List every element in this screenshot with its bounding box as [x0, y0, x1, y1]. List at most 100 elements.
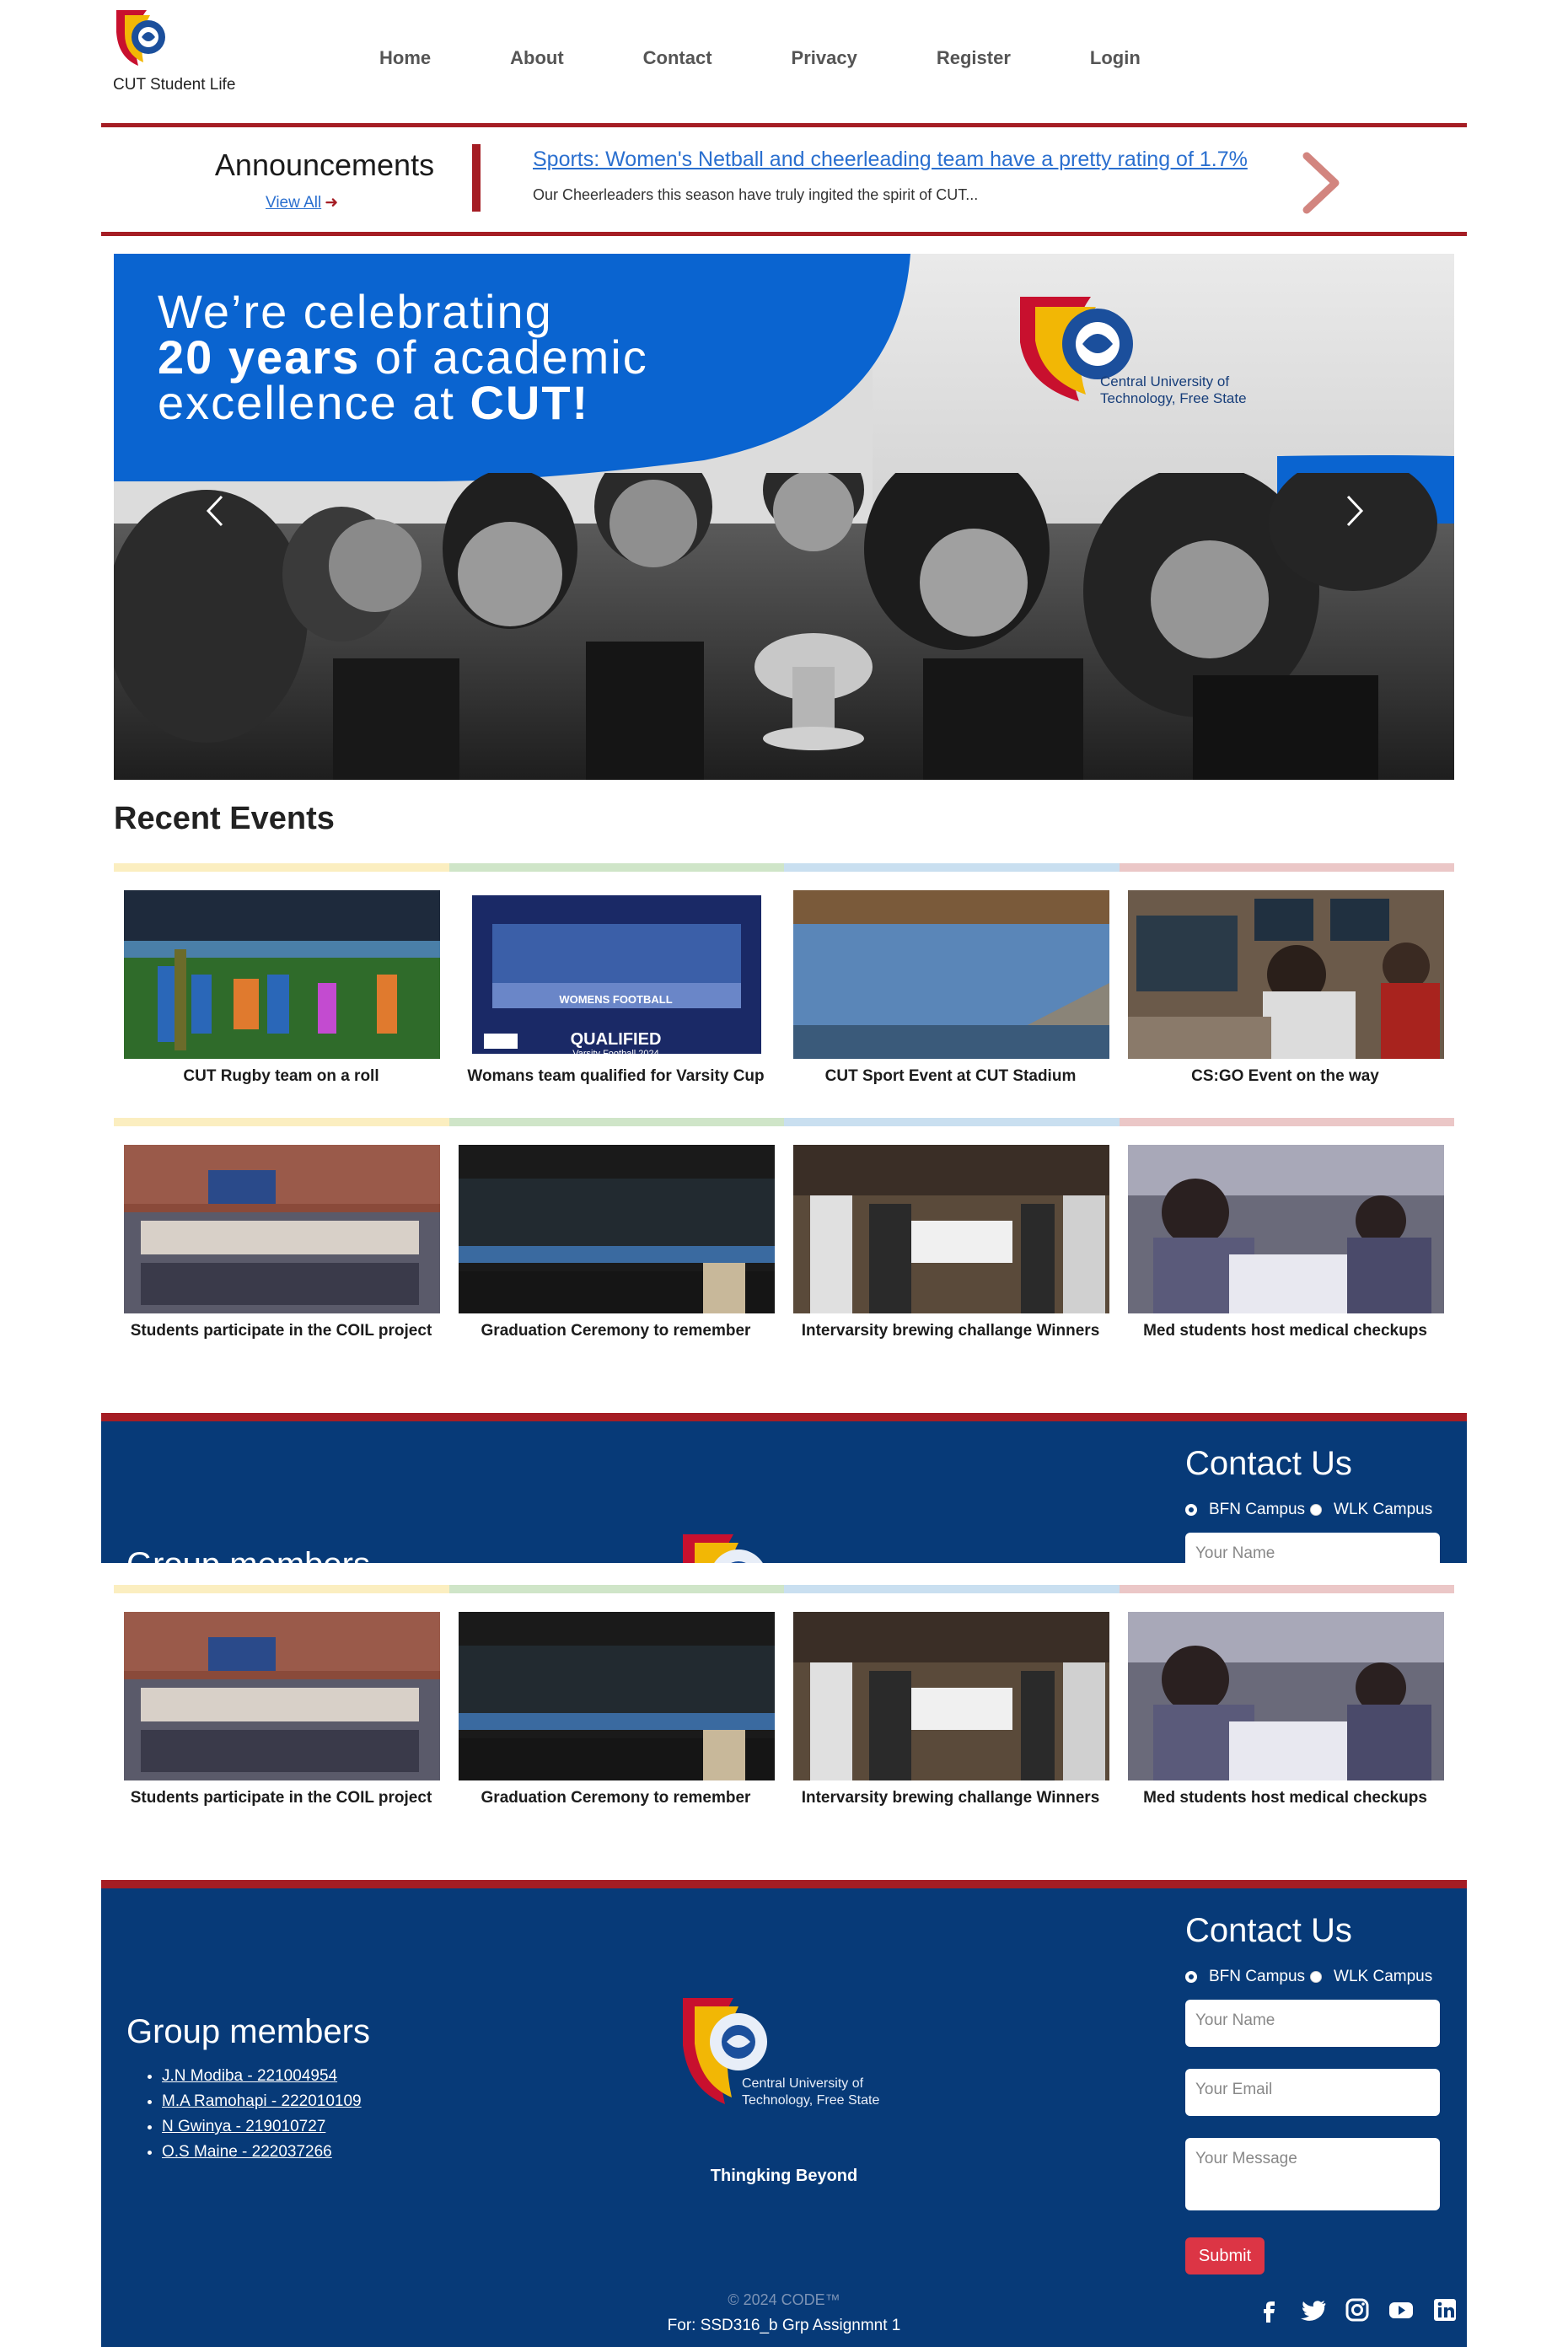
event-card[interactable]: Students participate in the COIL project [114, 1138, 448, 1349]
carousel-next-icon[interactable] [1338, 490, 1372, 532]
event-caption: CS:GO Event on the way [1191, 1067, 1379, 1085]
footer-partial: Contact Us BFN Campus WLK Campus Your Na… [101, 1413, 1467, 1563]
group-members-title: Group members [126, 2013, 370, 2050]
hero-students-photo [114, 473, 1454, 780]
event-caption: Med students host medical checkups [1143, 1789, 1427, 1807]
hero-headline: We’re celebrating 20 years of academic e… [158, 285, 648, 427]
event-caption: Graduation Ceremony to remember [481, 1322, 751, 1340]
event-card[interactable]: Med students host medical checkups [1118, 1138, 1453, 1349]
campus-radio-group: BFN Campus WLK Campus [1185, 1501, 1432, 1519]
message-textarea[interactable]: Your Message [1185, 2138, 1440, 2210]
cut-footer-logo-icon [683, 1534, 763, 1563]
view-all-link[interactable]: View All ➜ [266, 193, 338, 212]
event-card[interactable]: CUT Sport Event at CUT Stadium [783, 883, 1118, 1094]
event-image-graduation [459, 1145, 775, 1313]
events-row-1: CUT Rugby team on a roll WOMENS FOOTBALL… [114, 883, 1454, 1094]
brand-name: CUT Student Life [113, 76, 236, 94]
member-link[interactable]: O.S Maine - 222037266 [162, 2143, 332, 2161]
event-card[interactable]: CUT Rugby team on a roll [114, 883, 448, 1094]
hero-logo-text: Central University of Technology, Free S… [1100, 373, 1247, 407]
color-stripe [114, 1585, 1454, 1593]
nav-contact[interactable]: Contact [643, 47, 712, 69]
nav-home[interactable]: Home [379, 47, 431, 69]
event-image-coil [124, 1145, 440, 1313]
view-all-label: View All [266, 194, 322, 212]
bfn-campus-label: BFN Campus [1209, 1968, 1306, 1985]
poster-qualified: QUALIFIED [570, 1030, 662, 1049]
event-image-brewing [793, 1612, 1109, 1780]
recent-events-title: Recent Events [114, 801, 335, 836]
email-input[interactable]: Your Email [1185, 2069, 1440, 2116]
name-input[interactable]: Your Name [1185, 1533, 1440, 1563]
brand-link[interactable]: CUT Student Life [113, 7, 265, 99]
contact-title: Contact Us [1185, 1445, 1352, 1482]
bfn-campus-radio[interactable] [1185, 1971, 1197, 1983]
event-card[interactable]: Graduation Ceremony to remember [448, 1138, 783, 1349]
submit-button[interactable]: Submit [1185, 2237, 1265, 2274]
carousel-prev-icon[interactable] [198, 490, 232, 532]
bfn-campus-radio[interactable] [1185, 1504, 1197, 1516]
hero-logo-line-1: Central University of [1100, 373, 1230, 389]
event-caption: Students participate in the COIL project [130, 1789, 432, 1807]
top-navbar: CUT Student Life Home About Contact Priv… [101, 0, 1467, 118]
color-stripe [114, 1118, 1454, 1126]
events-row-2-duplicate: Students participate in the COIL project… [114, 1605, 1454, 1816]
footer-logo-text: Central University of Technology, Free S… [742, 2076, 879, 2109]
contact-title: Contact Us [1185, 1912, 1352, 1949]
event-image-graduation [459, 1612, 775, 1780]
event-card[interactable]: Graduation Ceremony to remember [448, 1605, 783, 1816]
member-link[interactable]: N Gwinya - 219010727 [162, 2118, 325, 2135]
event-card[interactable]: Intervarsity brewing challange Winners [783, 1605, 1118, 1816]
event-caption: Students participate in the COIL project [130, 1322, 432, 1340]
name-input[interactable]: Your Name [1185, 2000, 1440, 2047]
hero-carousel: We’re celebrating 20 years of academic e… [114, 254, 1454, 780]
youtube-icon[interactable] [1388, 2296, 1415, 2323]
event-caption: Intervarsity brewing challange Winners [801, 1322, 1100, 1340]
event-caption: CUT Rugby team on a roll [183, 1067, 379, 1085]
events-row-2: Students participate in the COIL project… [114, 1138, 1454, 1349]
instagram-icon[interactable] [1344, 2296, 1371, 2323]
arrow-right-icon: ➜ [325, 194, 339, 212]
twitter-icon[interactable] [1300, 2296, 1327, 2323]
event-image-stadium [793, 890, 1109, 1059]
event-image-medical [1128, 1612, 1444, 1780]
member-link[interactable]: M.A Ramohapi - 222010109 [162, 2092, 362, 2110]
event-card[interactable]: CS:GO Event on the way [1118, 883, 1453, 1094]
member-item: J.N Modiba - 221004954 [162, 2064, 362, 2089]
hero-logo-line-2: Technology, Free State [1100, 390, 1247, 406]
announcements-title: Announcements [214, 148, 435, 182]
event-caption: Womans team qualified for Varsity Cup [467, 1067, 765, 1085]
social-links [1256, 2296, 1458, 2323]
hero-line-3: excellence at CUT! [158, 379, 648, 427]
event-card[interactable]: Med students host medical checkups [1118, 1605, 1453, 1816]
linkedin-icon[interactable] [1431, 2296, 1458, 2323]
announcement-headline-link[interactable]: Sports: Women's Netball and cheerleading… [533, 148, 1248, 172]
announcement-summary: Our Cheerleaders this season have truly … [533, 186, 979, 203]
nav-privacy[interactable]: Privacy [792, 47, 857, 69]
poster-title: WOMENS FOOTBALL [559, 993, 673, 1006]
event-caption: CUT Sport Event at CUT Stadium [824, 1067, 1077, 1085]
facebook-icon[interactable] [1256, 2296, 1283, 2323]
hero-line-3-rest: excellence at [158, 376, 470, 429]
event-card[interactable]: Students participate in the COIL project [114, 1605, 448, 1816]
nav-register[interactable]: Register [937, 47, 1011, 69]
nav-about[interactable]: About [510, 47, 564, 69]
nav-login[interactable]: Login [1090, 47, 1141, 69]
event-image-brewing [793, 1145, 1109, 1313]
footer: Contact Us BFN Campus WLK Campus Your Na… [101, 1880, 1467, 2347]
event-card[interactable]: WOMENS FOOTBALL QUALIFIED Varsity Footba… [448, 883, 783, 1094]
announcements-bar: Announcements View All ➜ Sports: Women's … [101, 123, 1467, 236]
event-image-csgo [1128, 890, 1444, 1059]
event-caption: Graduation Ceremony to remember [481, 1789, 751, 1807]
wlk-campus-radio[interactable] [1310, 1971, 1323, 1983]
hero-line-1: We’re celebrating [158, 285, 553, 338]
event-card[interactable]: Intervarsity brewing challange Winners [783, 1138, 1118, 1349]
tagline: Thingking Beyond [710, 2167, 858, 2185]
event-caption: Med students host medical checkups [1143, 1322, 1427, 1340]
announcement-divider [472, 144, 481, 212]
wlk-campus-radio[interactable] [1310, 1504, 1323, 1516]
poster-subtitle: Varsity Football 2024 [572, 1049, 659, 1059]
footer-logo-line-1: Central University of [742, 2076, 864, 2091]
chevron-right-icon[interactable] [1295, 149, 1345, 217]
member-link[interactable]: J.N Modiba - 221004954 [162, 2067, 337, 2085]
